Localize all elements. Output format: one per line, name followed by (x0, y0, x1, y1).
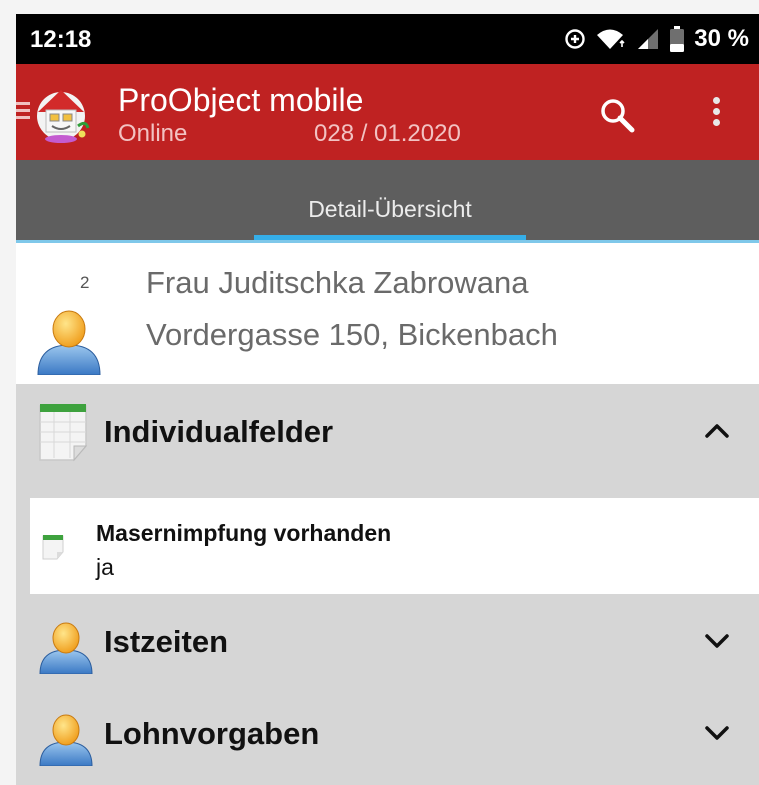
field-value: ja (96, 554, 114, 580)
app-bar: ProObject mobile Online 028 / 01.2020 (16, 64, 759, 160)
spreadsheet-icon (39, 404, 88, 462)
section-istzeiten[interactable]: Istzeiten (16, 594, 759, 684)
status-bar: 12:18 30 % (16, 14, 759, 64)
person-name: Frau Juditschka Zabrowana (146, 265, 529, 300)
note-icon (42, 535, 64, 560)
chevron-down-icon[interactable] (702, 722, 732, 744)
signal-icon (638, 29, 659, 49)
screenshot-frame: 12:18 30 % ProObject mobile Online 028 /… (0, 0, 759, 785)
battery-percentage: 30 % (694, 25, 749, 52)
section-individualfelder[interactable]: Individualfelder (16, 384, 759, 474)
tab-label: Detail-Übersicht (308, 196, 472, 222)
person-number: 2 (80, 273, 90, 292)
connection-status: Online (118, 120, 188, 147)
person-avatar-icon (37, 310, 101, 375)
section-title: Istzeiten (104, 624, 229, 659)
chevron-down-icon[interactable] (702, 630, 732, 652)
field-masernimpfung[interactable]: Masernimpfung vorhanden ja (30, 498, 759, 594)
search-icon[interactable] (596, 94, 640, 138)
person-address: Vordergasse 150, Bickenbach (146, 317, 558, 352)
chevron-up-icon[interactable] (702, 420, 732, 442)
person-icon (39, 622, 93, 674)
app-logo-house-icon[interactable] (30, 82, 92, 144)
section-lohnvorgaben[interactable]: Lohnvorgaben (16, 686, 759, 776)
section-title: Individualfelder (104, 414, 334, 449)
field-label: Masernimpfung vorhanden (96, 520, 392, 546)
phone-screen: 12:18 30 % ProObject mobile Online 028 /… (16, 14, 759, 785)
tab-detail-uebersicht[interactable]: Detail-Übersicht (254, 160, 526, 240)
period-indicator: 028 / 01.2020 (314, 120, 461, 147)
overflow-menu-icon[interactable] (698, 94, 734, 138)
data-saver-icon (565, 29, 585, 49)
status-time: 12:18 (30, 26, 92, 53)
app-title: ProObject mobile (118, 82, 364, 118)
status-icons: 30 % (564, 24, 749, 54)
section-title: Lohnvorgaben (104, 716, 320, 751)
wifi-icon (597, 29, 625, 49)
person-icon (39, 714, 93, 766)
tab-bar: Detail-Übersicht (16, 160, 759, 240)
person-card[interactable]: 2 Frau Juditschka Zabrowana Vordergasse … (16, 243, 759, 384)
battery-icon (670, 26, 685, 52)
